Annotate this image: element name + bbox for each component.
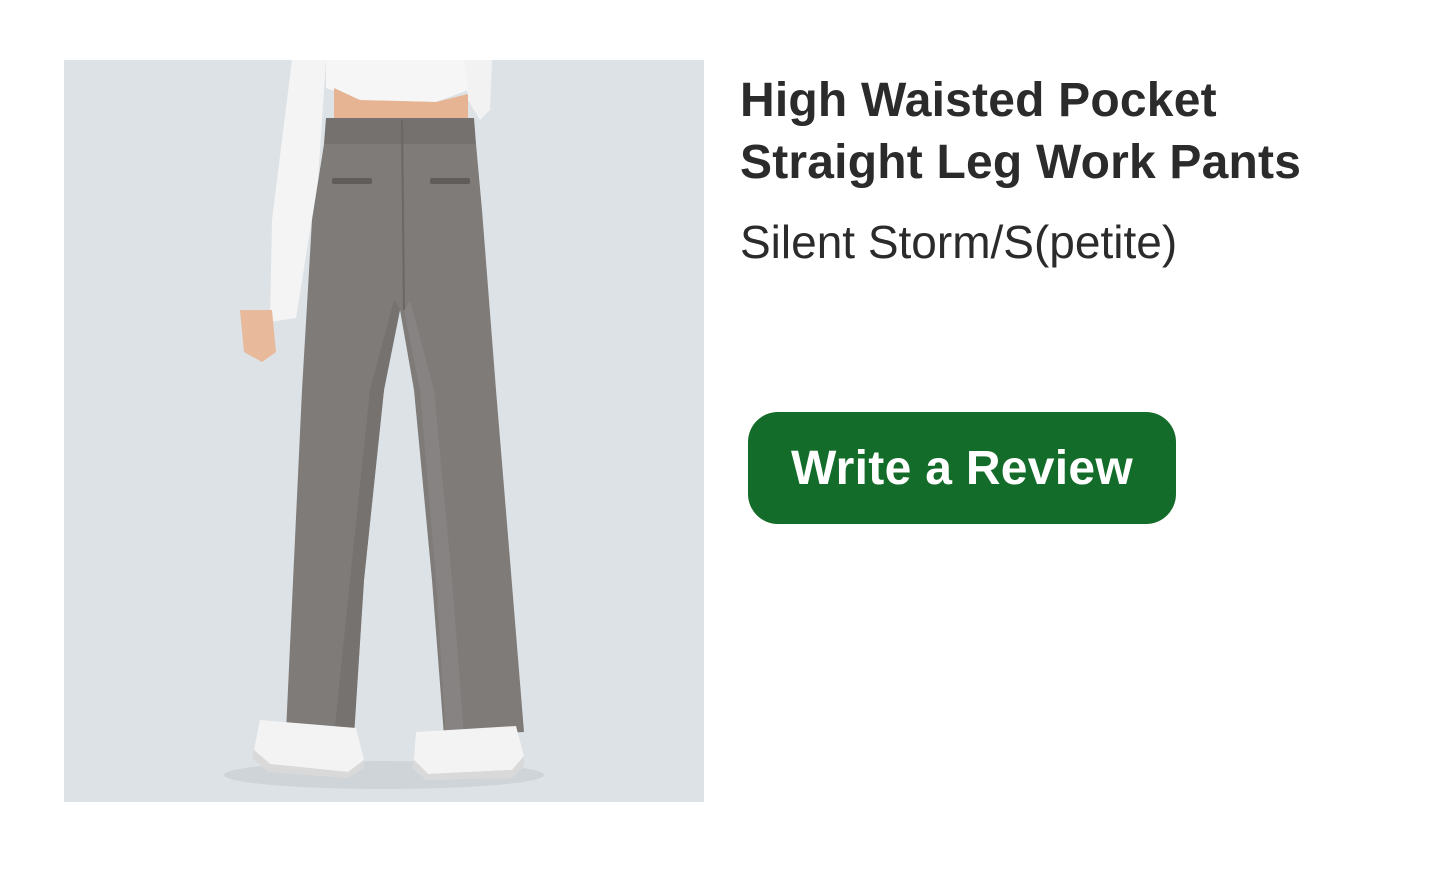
product-variant: Silent Storm/S(petite)	[740, 216, 1178, 268]
write-review-button[interactable]: Write a Review	[748, 412, 1176, 524]
product-title-line-2: Straight Leg Work Pants	[740, 136, 1302, 189]
review-prompt-card: High Waisted Pocket Straight Leg Work Pa…	[0, 0, 1440, 890]
product-photo-illustration	[64, 60, 704, 802]
product-image	[64, 60, 704, 802]
product-info: High Waisted Pocket Straight Leg Work Pa…	[740, 70, 1400, 270]
product-title-line-1: High Waisted Pocket	[740, 74, 1217, 127]
product-title: High Waisted Pocket Straight Leg Work Pa…	[740, 70, 1400, 194]
